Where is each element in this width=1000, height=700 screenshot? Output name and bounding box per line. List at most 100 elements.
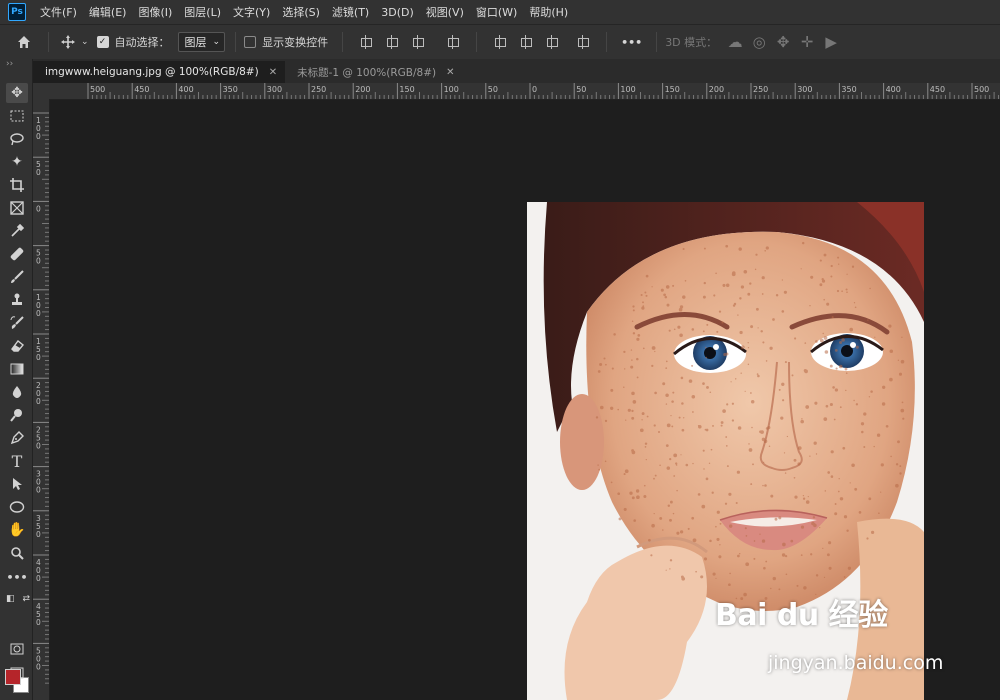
move-tool-icon[interactable] — [57, 34, 79, 50]
history-brush-tool-icon[interactable] — [6, 313, 28, 333]
freckle — [832, 386, 835, 389]
marquee-tool-icon[interactable] — [6, 106, 28, 126]
freckle — [653, 512, 655, 515]
hand-tool-icon[interactable]: ✋ — [6, 520, 28, 540]
align-top-edges-icon[interactable] — [445, 34, 461, 50]
ellipse-tool-icon[interactable] — [6, 497, 28, 517]
freckle — [810, 275, 814, 279]
freckle — [745, 562, 750, 567]
freckle — [858, 511, 862, 514]
camera-3d-icon[interactable]: ▶ — [821, 33, 841, 51]
align-horizontal-center-icon[interactable] — [384, 34, 400, 50]
auto-select-target-dropdown[interactable]: 图层 ⌄ — [177, 32, 226, 52]
brush-tool-icon[interactable] — [6, 267, 28, 287]
freckle — [715, 525, 717, 528]
freckle — [880, 491, 882, 493]
freckle — [811, 521, 815, 526]
freckle — [631, 450, 636, 455]
menu-image[interactable]: 图像(I) — [138, 4, 172, 20]
home-icon[interactable] — [12, 34, 36, 50]
clone-stamp-tool-icon[interactable] — [6, 290, 28, 310]
menu-layer[interactable]: 图层(L) — [184, 4, 221, 20]
menu-edit[interactable]: 编辑(E) — [89, 4, 127, 20]
freckle — [897, 359, 900, 361]
show-transform-checkbox[interactable] — [244, 36, 257, 48]
lasso-tool-icon[interactable] — [6, 129, 28, 149]
freckle — [743, 270, 748, 274]
pan-3d-icon[interactable]: ✥ — [773, 33, 793, 51]
freckle — [834, 388, 839, 392]
menu-help[interactable]: 帮助(H) — [529, 4, 568, 20]
zoom-tool-icon[interactable] — [6, 543, 28, 563]
close-icon[interactable]: ✕ — [446, 67, 454, 78]
more-options-button[interactable]: ••• — [621, 36, 642, 49]
distribute-icon[interactable] — [575, 34, 591, 50]
divider — [342, 32, 344, 52]
menu-view[interactable]: 视图(V) — [426, 4, 464, 20]
close-icon[interactable]: ✕ — [269, 67, 277, 78]
freckle — [828, 541, 832, 545]
align-left-icon[interactable] — [358, 34, 374, 50]
magic-wand-tool-icon[interactable]: ✦ — [6, 152, 28, 172]
freckle — [866, 537, 869, 540]
ruler-label: 0 — [36, 486, 41, 495]
freckle — [698, 425, 702, 429]
align-bottom-icon[interactable] — [544, 34, 560, 50]
gradient-tool-icon[interactable] — [6, 359, 28, 379]
freckle — [725, 283, 730, 288]
path-selection-tool-icon[interactable] — [6, 474, 28, 494]
freckle — [763, 439, 768, 444]
freckle — [651, 364, 654, 368]
healing-brush-tool-icon[interactable] — [6, 244, 28, 264]
freckle — [645, 294, 648, 297]
tab-untitled-1[interactable]: 未标题-1 @ 100%(RGB/8#) ✕ — [285, 61, 462, 83]
foreground-color-swatch[interactable] — [5, 669, 21, 685]
align-vertical-center-icon[interactable] — [518, 34, 534, 50]
freckle — [849, 482, 851, 484]
freckle — [716, 537, 720, 541]
type-tool-icon[interactable]: T — [6, 451, 28, 471]
freckle — [665, 569, 667, 571]
tab-imgwww-heiguang[interactable]: imgwww.heiguang.jpg @ 100%(RGB/8#) ✕ — [33, 61, 286, 83]
freckle — [853, 302, 856, 304]
ruler-label: 0 — [36, 309, 41, 318]
ruler-corner[interactable] — [33, 83, 50, 99]
quick-mask-icon[interactable] — [6, 639, 28, 659]
align-right-icon[interactable] — [410, 34, 426, 50]
freckle — [796, 584, 799, 587]
crop-tool-icon[interactable] — [6, 175, 28, 195]
edit-toolbar-icon[interactable]: ••• — [6, 567, 28, 587]
menu-file[interactable]: 文件(F) — [40, 4, 77, 20]
freckle — [822, 547, 824, 550]
chevron-down-icon[interactable]: ⌄ — [81, 37, 89, 47]
freckle — [633, 519, 637, 522]
freckle — [790, 539, 794, 543]
freckle — [730, 381, 732, 383]
eraser-tool-icon[interactable] — [6, 336, 28, 356]
slide-3d-icon[interactable]: ✛ — [797, 33, 817, 51]
menu-window[interactable]: 窗口(W) — [476, 4, 517, 20]
frame-tool-icon[interactable] — [6, 198, 28, 218]
menu-type[interactable]: 文字(Y) — [233, 4, 270, 20]
pen-tool-icon[interactable] — [6, 428, 28, 448]
baidu-jingyan-logo: Bai du 经验 — [715, 598, 888, 633]
auto-select-checkbox[interactable]: ✓ — [96, 36, 109, 48]
vertical-ruler[interactable]: 10050050100150200250300350400450500 — [33, 99, 50, 700]
freckle — [813, 441, 817, 445]
roll-3d-icon[interactable]: ◎ — [749, 33, 769, 51]
blur-tool-icon[interactable] — [6, 382, 28, 402]
horizontal-ruler[interactable]: 500 450 400 350 300 250 200 150 100 50 0 50 100 150 20… — [50, 83, 1000, 100]
divider — [235, 32, 237, 52]
align-top-icon[interactable] — [492, 34, 508, 50]
collapse-arrows-icon[interactable]: ›› — [6, 59, 13, 69]
freckle — [778, 388, 781, 391]
menu-3d[interactable]: 3D(D) — [381, 6, 414, 19]
menu-filter[interactable]: 滤镜(T) — [332, 4, 369, 20]
orbit-3d-icon[interactable]: ☁ — [725, 33, 745, 51]
move-tool-icon[interactable]: ✥ — [6, 83, 28, 103]
freckle — [760, 430, 764, 434]
menu-select[interactable]: 选择(S) — [282, 4, 320, 20]
eyedropper-tool-icon[interactable] — [6, 221, 28, 241]
dodge-tool-icon[interactable] — [6, 405, 28, 425]
default-colors-icon[interactable]: ◧ ⇄ — [6, 589, 30, 609]
